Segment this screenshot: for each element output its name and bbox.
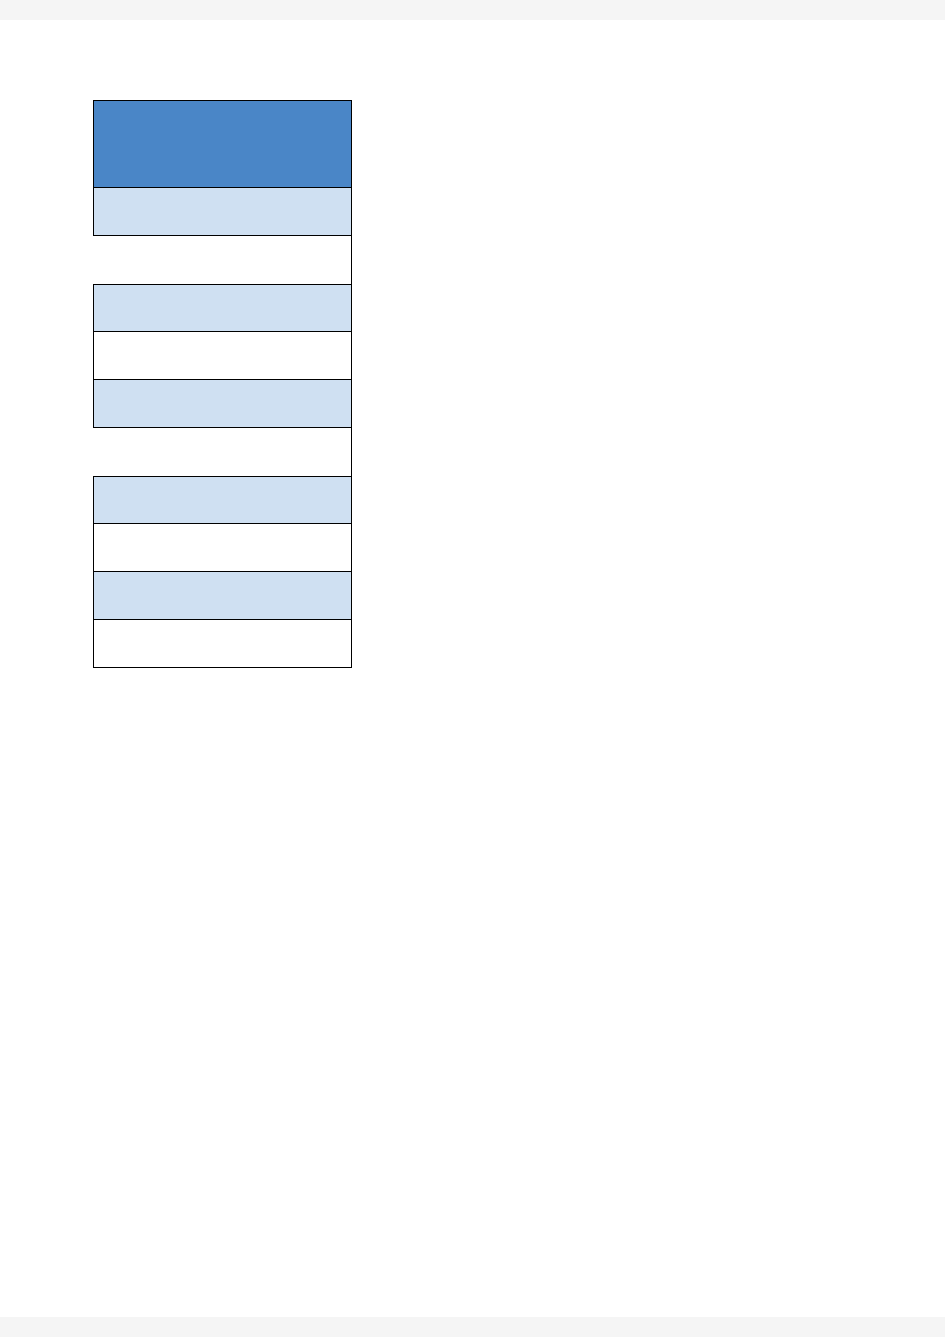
table-row (93, 332, 352, 380)
table-row-spacer (93, 428, 352, 476)
table-row (93, 188, 352, 236)
table-row (93, 620, 352, 668)
table-row (93, 524, 352, 572)
table-header-row (93, 100, 352, 188)
table-row-spacer (93, 236, 352, 284)
document-page (0, 20, 945, 1317)
table (93, 100, 352, 668)
table-row (93, 380, 352, 428)
table-row (93, 572, 352, 620)
table-row (93, 476, 352, 524)
table-row (93, 284, 352, 332)
